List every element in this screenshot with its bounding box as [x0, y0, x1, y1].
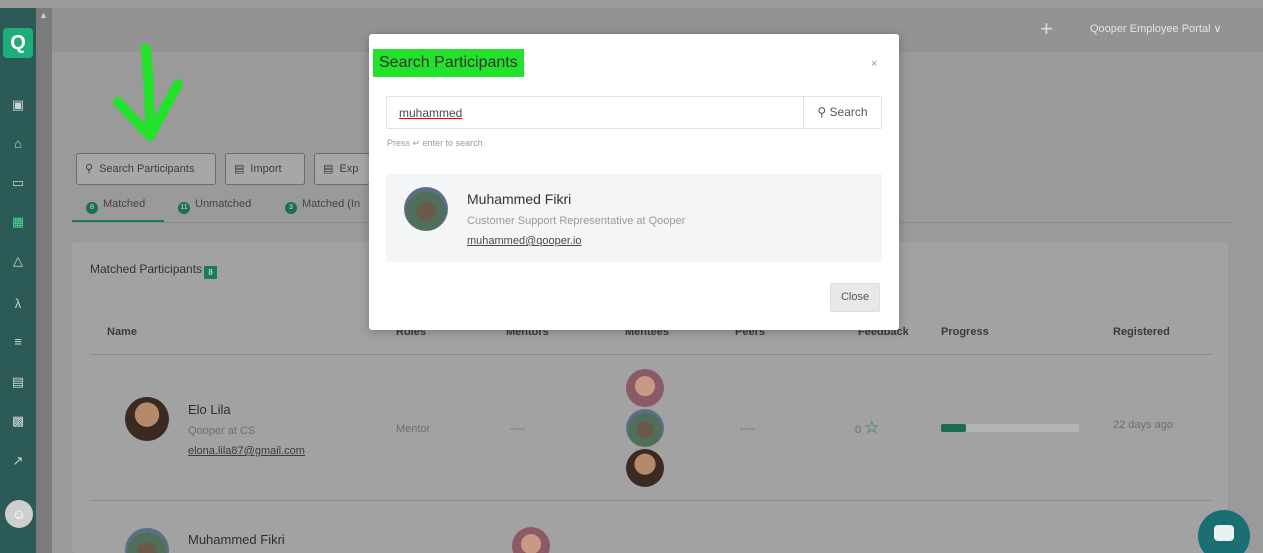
avatar: [125, 397, 169, 441]
search-participants-modal: Search Participants × ⚲ Search Press ↵ e…: [369, 34, 899, 330]
close-button[interactable]: Close: [830, 283, 880, 312]
export-button[interactable]: ▤ Exp: [314, 153, 370, 185]
progress-fill: [941, 424, 966, 432]
calendar-icon[interactable]: ▤: [8, 372, 28, 392]
scroll-up-arrow-icon[interactable]: ▲: [39, 10, 48, 20]
search-icon: ⚲: [817, 105, 827, 119]
count-badge: 3: [285, 202, 297, 214]
mentee-avatar[interactable]: [626, 409, 664, 447]
search-hint: Press ↵ enter to search: [387, 138, 483, 148]
chat-icon: [1214, 525, 1234, 541]
column-header-progress[interactable]: Progress: [941, 326, 989, 338]
laptop-icon[interactable]: ▭: [8, 173, 28, 193]
star-icon[interactable]: ☆: [864, 418, 879, 437]
tab-matched[interactable]: 8 Matched: [86, 198, 145, 214]
briefcase-icon[interactable]: ▣: [8, 95, 28, 115]
search-button[interactable]: ⚲ Search: [803, 97, 881, 128]
close-icon[interactable]: ×: [871, 58, 877, 70]
import-button[interactable]: ▤ Import: [225, 153, 305, 185]
participant-email[interactable]: elona.lila87@gmail.com: [188, 445, 305, 457]
user-avatar-button[interactable]: ☺: [5, 500, 33, 528]
count-badge: 8: [86, 202, 98, 214]
search-icon: ⚲: [85, 163, 94, 175]
home-icon[interactable]: ⌂: [8, 134, 28, 154]
panel-title: Matched Participants 8: [90, 262, 218, 279]
avatar: [404, 187, 448, 231]
count-badge: 8: [204, 266, 218, 279]
feedback-count: 0: [855, 424, 862, 436]
feedback-cell: 0 ☆: [855, 418, 879, 438]
chat-button[interactable]: [1198, 510, 1250, 553]
search-result-card[interactable]: Muhammed Fikri Customer Support Represen…: [386, 174, 882, 262]
peers-cell: ----: [740, 423, 755, 435]
search-box: ⚲ Search: [386, 96, 882, 129]
role-cell: Mentor: [396, 423, 431, 435]
count-badge: 11: [178, 202, 190, 214]
green-arrow-annotation: [113, 44, 183, 141]
registered-cell: 22 days ago: [1113, 419, 1173, 431]
mentee-avatar[interactable]: [626, 369, 664, 407]
result-role: Customer Support Representative at Qoope…: [467, 215, 686, 227]
column-header-name[interactable]: Name: [107, 326, 137, 338]
row-divider: [90, 500, 1212, 501]
participant-name[interactable]: Muhammed Fikri: [188, 532, 285, 547]
modal-title: Search Participants: [373, 49, 524, 77]
network-icon[interactable]: △: [8, 251, 28, 271]
tab-matched-inactive[interactable]: 3 Matched (In: [285, 198, 360, 214]
plus-icon[interactable]: +: [1040, 16, 1053, 42]
chart-icon[interactable]: ↗: [8, 451, 28, 471]
person-icon[interactable]: λ: [8, 294, 28, 314]
tab-unmatched[interactable]: 11 Unmatched: [178, 198, 251, 214]
app-sidebar: Q ▣ ⌂ ▭ ▦ △ λ ≡ ▤ ▩ ↗ ☺: [0, 8, 36, 553]
column-header-registered[interactable]: Registered: [1113, 326, 1170, 338]
participant-subtitle: Qooper at CS: [188, 425, 256, 437]
database-icon: ▤: [234, 163, 245, 175]
id-card-icon[interactable]: ▩: [8, 411, 28, 431]
grid-icon[interactable]: ▦: [8, 212, 28, 232]
participant-name[interactable]: Elo Lila: [188, 402, 231, 417]
list-icon[interactable]: ≡: [8, 332, 28, 352]
header-divider: [90, 354, 1212, 355]
portal-switcher[interactable]: Qooper Employee Portal ∨: [1090, 22, 1222, 35]
mentee-avatar[interactable]: [626, 449, 664, 487]
scrollbar[interactable]: ▲: [36, 8, 52, 553]
result-name[interactable]: Muhammed Fikri: [467, 191, 571, 207]
search-input[interactable]: [387, 97, 803, 128]
result-email[interactable]: muhammed@qooper.io: [467, 235, 582, 247]
search-participants-button[interactable]: ⚲ Search Participants: [76, 153, 216, 185]
qooper-logo[interactable]: Q: [3, 28, 33, 58]
database-icon: ▤: [323, 163, 334, 175]
progress-bar: [941, 424, 1079, 432]
mentors-cell: ----: [510, 423, 525, 435]
